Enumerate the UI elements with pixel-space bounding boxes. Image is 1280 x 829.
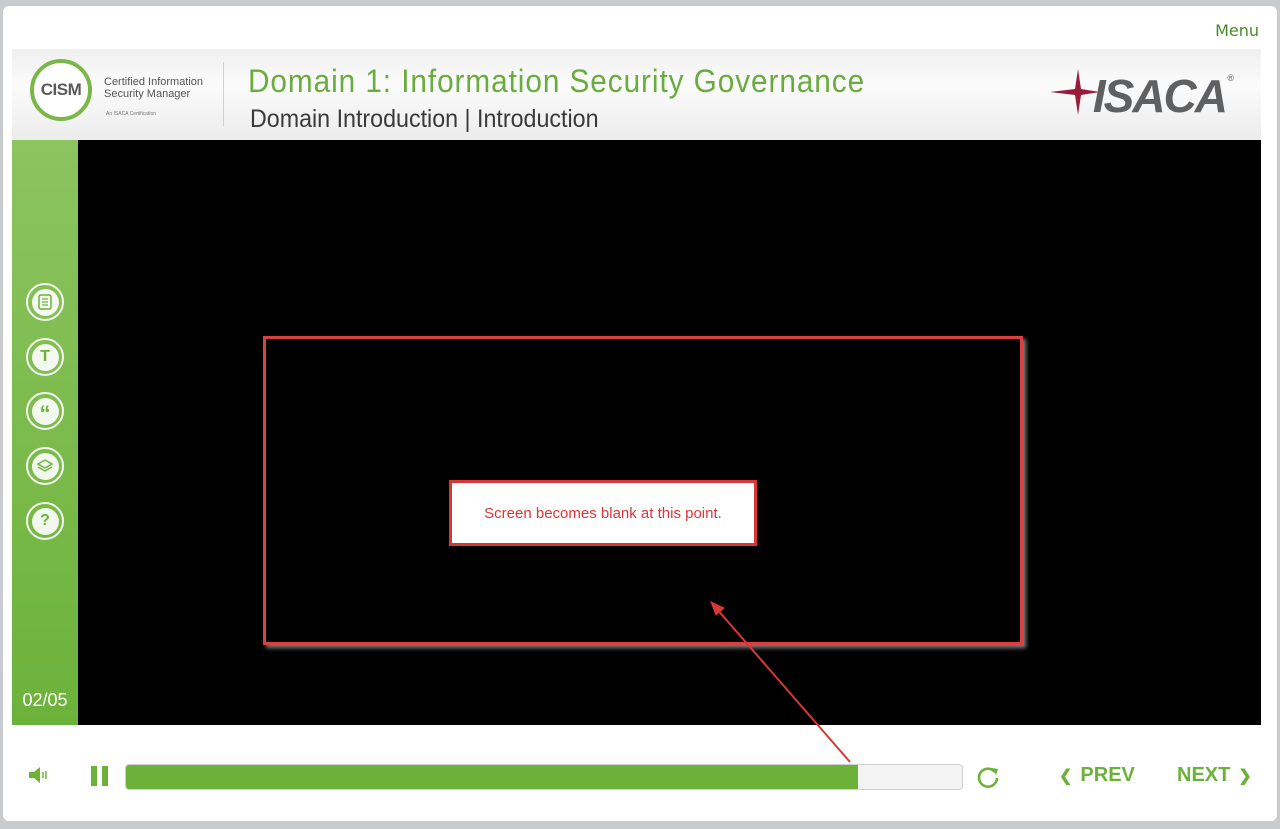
- prev-label: PREV: [1080, 764, 1135, 786]
- progress-bar[interactable]: [125, 764, 963, 790]
- replay-button[interactable]: [975, 764, 1001, 790]
- page-title: Domain 1: Information Security Governanc…: [248, 63, 866, 99]
- menu-link[interactable]: Menu: [1215, 21, 1259, 40]
- cism-logo: CISM Certified Information Security Mana…: [30, 59, 210, 129]
- annotation-callout: Screen becomes blank at this point.: [449, 480, 757, 546]
- layers-icon: [31, 452, 59, 480]
- isaca-logo-text: ISACA: [1092, 70, 1228, 122]
- header-divider: [223, 62, 224, 126]
- isaca-logo: ISACA ®: [1046, 69, 1234, 122]
- next-button[interactable]: NEXT ❯: [1177, 764, 1252, 787]
- cism-logo-badge: CISM: [30, 59, 92, 121]
- pause-button[interactable]: [91, 766, 109, 786]
- prev-button[interactable]: ❮ PREV: [1059, 764, 1135, 787]
- cism-logo-line2: Security Manager: [104, 88, 191, 100]
- transcript-button[interactable]: T: [26, 338, 64, 376]
- cism-logo-acronym: CISM: [40, 80, 82, 99]
- isaca-registered-mark: ®: [1227, 73, 1234, 83]
- notes-icon: [31, 288, 59, 316]
- speaker-icon: [29, 767, 47, 783]
- page-subtitle: Domain Introduction | Introduction: [250, 105, 599, 133]
- progress-fill: [126, 765, 859, 789]
- quote-icon: “: [31, 397, 59, 425]
- chevron-left-icon: ❮: [1059, 767, 1073, 785]
- next-label: NEXT: [1177, 764, 1231, 786]
- sidebar: T “ ? 02/05: [12, 140, 78, 725]
- cism-logo-line1: Certified Information: [104, 76, 204, 88]
- notes-button[interactable]: [26, 283, 64, 321]
- page-indicator: 02/05: [22, 690, 68, 710]
- replay-icon: [977, 767, 999, 788]
- annotation-text: Screen becomes blank at this point.: [484, 504, 722, 522]
- help-icon: ?: [31, 507, 59, 535]
- cism-logo-sub: An ISACA Certification: [106, 111, 157, 117]
- player-controls: ❮ PREV NEXT ❯: [12, 740, 1261, 810]
- course-header: CISM Certified Information Security Mana…: [12, 49, 1261, 140]
- pause-icon-bar-right: [102, 766, 108, 786]
- cism-logo-text: Certified Information Security Manager: [104, 76, 203, 100]
- volume-button[interactable]: [27, 764, 51, 786]
- layers-button[interactable]: [26, 447, 64, 485]
- chevron-right-icon: ❯: [1238, 767, 1252, 785]
- transcript-icon: T: [31, 343, 59, 371]
- quote-button[interactable]: “: [26, 392, 64, 430]
- help-button[interactable]: ?: [26, 502, 64, 540]
- pause-icon-bar-left: [91, 766, 97, 786]
